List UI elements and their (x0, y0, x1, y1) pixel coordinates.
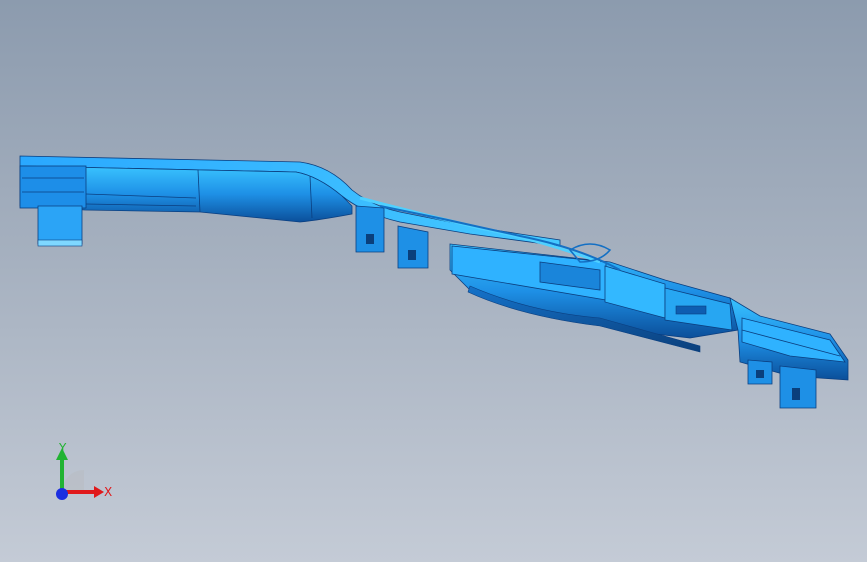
tab-4 (779, 365, 817, 409)
x-axis-label: X (104, 485, 112, 499)
cad-graphics-viewport[interactable]: Y X (0, 0, 867, 562)
tab-2 (397, 225, 429, 269)
cad-model-bracket[interactable] (0, 0, 867, 562)
tab-1 (355, 205, 385, 253)
left-boss (37, 205, 83, 245)
left-end-block (19, 165, 87, 209)
coordinate-triad-icon: Y X (56, 441, 112, 500)
y-axis-label: Y (58, 441, 67, 455)
